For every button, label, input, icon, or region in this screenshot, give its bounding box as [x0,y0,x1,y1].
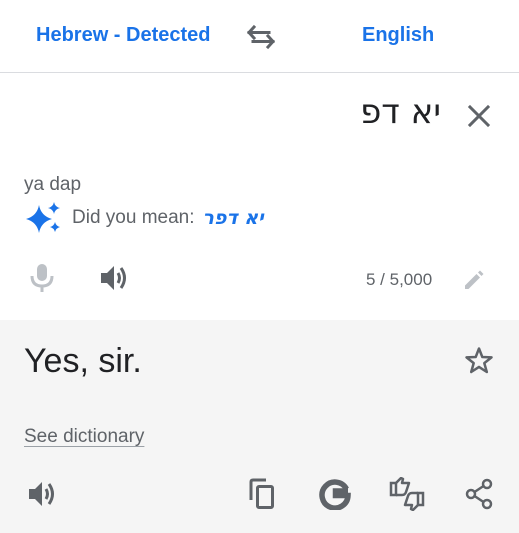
speaker-icon [29,482,54,506]
speaker-icon [101,266,126,290]
copy-icon [249,478,274,509]
edit-button[interactable] [460,266,488,294]
translation-text: Yes, sir. [24,342,142,380]
thumbs-up-down-icon [389,477,425,511]
did-you-mean: Did you mean: יא דפר [24,200,264,236]
clear-text-button[interactable] [462,99,496,133]
target-language-button[interactable]: English [362,24,434,47]
share-button[interactable] [462,476,496,512]
listen-source-button[interactable] [96,260,132,296]
google-g-icon [319,479,351,510]
voice-input-button[interactable] [24,260,60,296]
did-you-mean-label: Did you mean: [72,207,195,228]
source-language-button[interactable]: Hebrew - Detected [36,24,211,47]
source-text[interactable]: יא דפ [360,92,441,132]
google-search-button[interactable] [317,476,353,512]
rate-translation-button[interactable] [388,476,426,512]
did-you-mean-suggestion[interactable]: יא דפר [203,207,264,229]
save-translation-button[interactable] [462,344,496,378]
close-icon [467,104,491,128]
character-count: 5 / 5,000 [366,270,433,289]
copy-translation-button[interactable] [245,476,279,512]
microphone-icon [30,264,54,292]
language-bar: Hebrew - Detected English [0,0,519,73]
share-icon [465,478,493,510]
translation-panel: Yes, sir. See dictionary [0,320,519,533]
see-dictionary-link[interactable]: See dictionary [24,426,144,448]
transliteration: ya dap [24,174,82,195]
swap-languages-button[interactable] [242,20,280,54]
swap-arrows-icon [246,24,276,50]
star-icon [465,347,493,374]
listen-translation-button[interactable] [24,476,60,512]
sparkle-icon [26,202,60,233]
pencil-icon [465,270,484,289]
